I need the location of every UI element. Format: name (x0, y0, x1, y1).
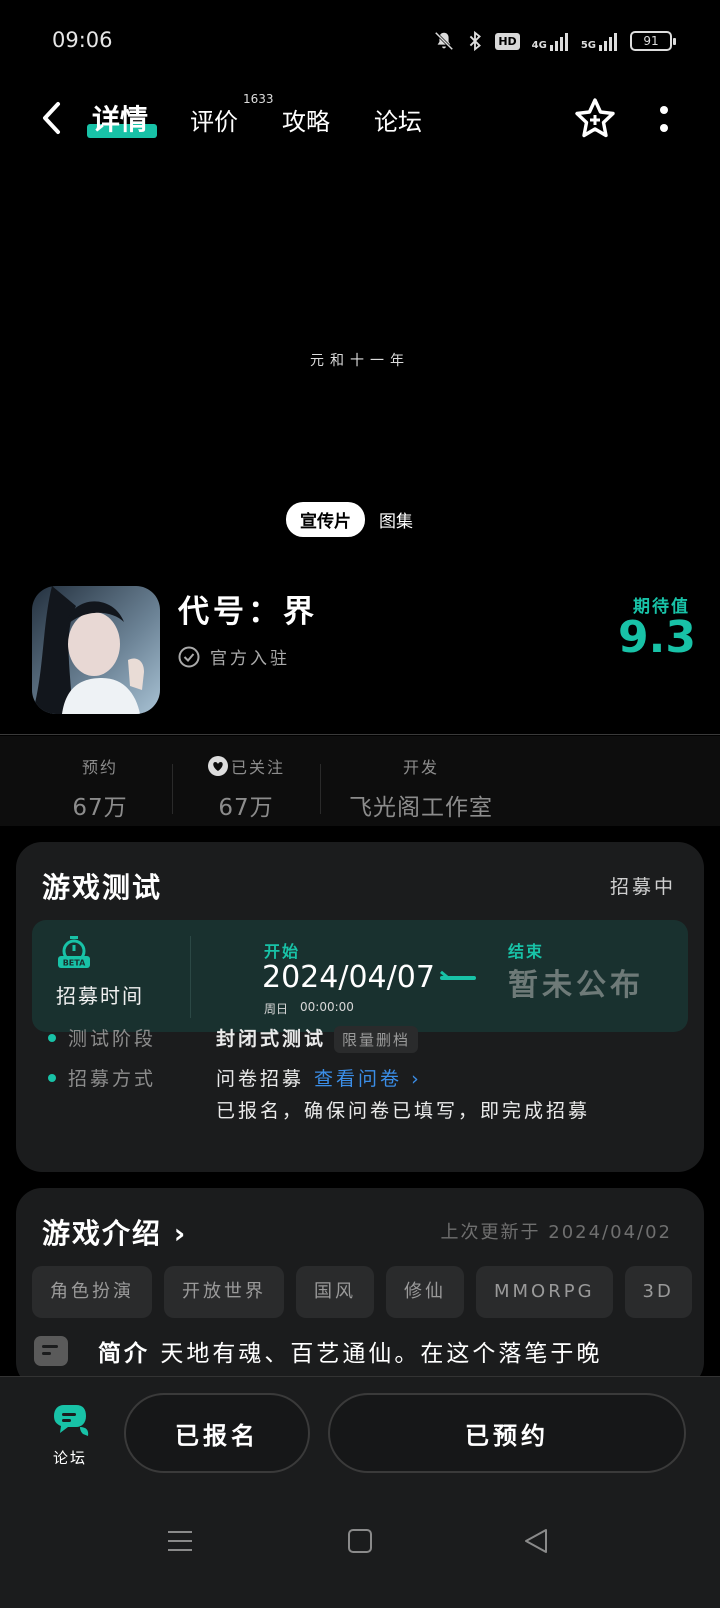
bullet-dot (48, 1034, 56, 1042)
reserve-button[interactable]: 已预约 (328, 1393, 686, 1473)
tag-item[interactable]: 3D (624, 1266, 692, 1318)
star-add-icon[interactable] (572, 96, 618, 142)
tag-item[interactable]: 开放世界 (164, 1266, 284, 1318)
tag-item[interactable]: 国风 (296, 1266, 374, 1318)
tag-item[interactable]: 修仙 (386, 1266, 464, 1318)
recruit-time-label: 招募时间 (56, 984, 144, 1008)
chevron-right-icon: › (162, 1217, 188, 1250)
signal-4g-icon: 4G (532, 31, 569, 51)
bottom-action-bar: 论坛 已报名 已预约 (0, 1376, 720, 1608)
recruit-status: 招募中 (609, 876, 676, 898)
back-triangle-icon[interactable] (522, 1527, 550, 1555)
recruit-time-box: BETA 招募时间 开始 2024/04/07 周日 00:00:00 结束 暂… (32, 920, 688, 1032)
stat-separator (172, 764, 173, 814)
heart-icon (207, 756, 228, 776)
start-weekday: 周日 (264, 1002, 289, 1016)
official-label: 官方入驻 (210, 649, 290, 669)
method-note: 已报名，确保问卷已填写，即完成招募 (216, 1100, 591, 1122)
official-badge: 官方入驻 (178, 644, 290, 669)
signup-button[interactable]: 已报名 (124, 1393, 310, 1473)
beta-timer-icon: BETA (58, 936, 90, 968)
svg-text:BETA: BETA (63, 959, 86, 968)
stat-reserve: 预约 67万 (72, 758, 128, 821)
tab-details[interactable]: 详情 (92, 98, 148, 138)
status-time: 09:06 (52, 28, 113, 52)
mute-bell-icon (435, 31, 454, 51)
start-sub: 周日 00:00:00 (264, 1000, 354, 1017)
stat-developer[interactable]: 开发 飞光阁工作室 (336, 754, 506, 822)
status-icons: HD 4G 5G 91 (433, 26, 676, 56)
more-options-icon[interactable] (652, 102, 676, 138)
genre-tags: 角色扮演 开放世界 国风 修仙 MMORPG 3D (32, 1266, 692, 1318)
forum-button[interactable]: 论坛 (44, 1403, 96, 1468)
end-label: 结束 (508, 942, 545, 961)
summary-text: 天地有魂、百艺通仙。在这个落笔于晚 (160, 1341, 603, 1367)
last-updated: 上次更新于 2024/04/02 (440, 1222, 672, 1243)
review-count-badge: 1633 (243, 92, 274, 106)
tag-item[interactable]: MMORPG (476, 1266, 613, 1318)
tab-reviews[interactable]: 评价 (190, 102, 238, 137)
game-intro-card: 游戏介绍 › 上次更新于 2024/04/02 角色扮演 开放世界 国风 修仙 … (16, 1188, 704, 1388)
system-nav-bar (0, 1527, 720, 1567)
start-label: 开始 (264, 942, 301, 961)
stats-row: 预约 67万 已关注 67万 开发 飞光阁工作室 (0, 736, 720, 826)
tab-guides[interactable]: 攻略 (282, 102, 330, 137)
method-label: 招募方式 (68, 1068, 157, 1090)
arrow-right-icon (440, 976, 476, 980)
view-survey-link[interactable]: 查看问卷 › (314, 1068, 422, 1090)
expect-score: 9.3 (618, 612, 696, 663)
game-icon (32, 586, 160, 714)
tab-forum[interactable]: 论坛 (374, 102, 422, 137)
home-icon[interactable] (346, 1527, 374, 1555)
menu-icon[interactable] (166, 1527, 194, 1555)
method-value: 问卷招募 查看问卷 › (216, 1068, 422, 1090)
tab-trailer[interactable]: 宣传片 (286, 502, 365, 537)
chat-bubble-icon (54, 1405, 89, 1436)
hd-badge: HD (495, 32, 520, 50)
bluetooth-icon (470, 30, 482, 52)
stat-separator (320, 764, 321, 814)
tag-item[interactable]: 角色扮演 (32, 1266, 152, 1318)
top-nav: 详情 评价 1633 攻略 论坛 (0, 88, 720, 152)
check-circle-icon (178, 646, 200, 667)
stage-label: 测试阶段 (68, 1028, 157, 1050)
back-arrow-icon[interactable] (38, 100, 68, 136)
media-toggle: 宣传片 图集 (286, 502, 413, 537)
stage-tag: 限量删档 (334, 1026, 419, 1053)
video-caption: 元和十一年 (310, 353, 410, 369)
start-time: 00:00:00 (300, 1000, 354, 1014)
summary-label: 简介 (98, 1341, 150, 1367)
summary-line: 简介 天地有魂、百艺通仙。在这个落笔于晚 (34, 1334, 602, 1368)
game-test-card: 游戏测试 招募中 BETA 招募时间 开始 2024/04/07 周日 00:0… (16, 842, 704, 1172)
end-value: 暂未公布 (508, 968, 644, 1003)
signal-5g-icon: 5G (581, 31, 618, 51)
game-header: 代号：界 官方入驻 期待值 9.3 (0, 584, 720, 734)
status-bar: 09:06 HD 4G 5G 91 (0, 0, 720, 84)
box-separator (190, 936, 191, 1018)
stage-value: 封闭式测试 限量删档 (216, 1024, 419, 1053)
stat-follow[interactable]: 已关注 67万 (196, 754, 296, 822)
video-player[interactable]: 元和十一年 宣传片 图集 (0, 160, 720, 550)
battery-icon: 91 (630, 31, 676, 51)
test-card-title: 游戏测试 (42, 871, 163, 904)
start-date: 2024/04/07 (262, 960, 435, 995)
intro-title[interactable]: 游戏介绍 › (42, 1212, 187, 1252)
document-icon (34, 1336, 68, 1366)
divider (0, 734, 720, 735)
tab-gallery[interactable]: 图集 (379, 507, 413, 532)
bullet-dot (48, 1074, 56, 1082)
game-title: 代号：界 (178, 594, 318, 630)
